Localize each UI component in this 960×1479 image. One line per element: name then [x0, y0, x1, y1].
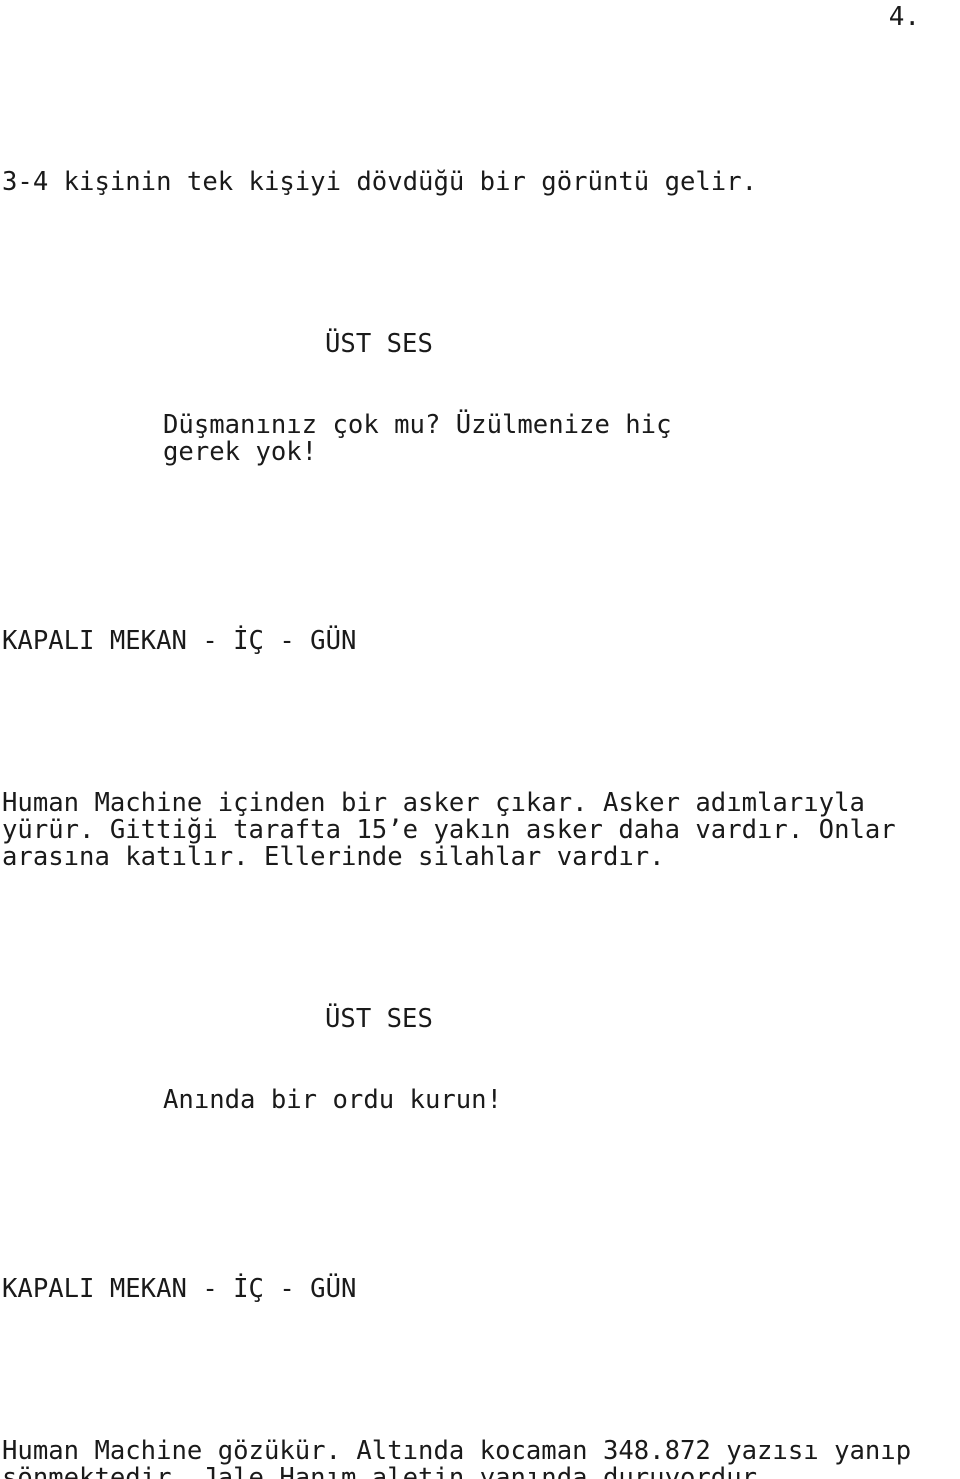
character-cue: ÜST SES	[325, 1004, 433, 1034]
dialogue-paragraph: Anında bir ordu kurun!	[163, 1085, 502, 1115]
action-paragraph: Human Machine içinden bir asker çıkar. A…	[2, 788, 896, 872]
screenplay-page: 4. 3-4 kişinin tek kişiyi dövdüğü bir gö…	[0, 0, 960, 1479]
action-paragraph: 3-4 kişinin tek kişiyi dövdüğü bir görün…	[2, 167, 758, 197]
action-paragraph: Human Machine gözükür. Altında kocaman 3…	[2, 1436, 912, 1479]
character-cue: ÜST SES	[325, 329, 433, 359]
screenplay-body: 3-4 kişinin tek kişiyi dövdüğü bir görün…	[2, 88, 960, 1479]
dialogue-paragraph: Düşmanınız çok mu? Üzülmenize hiç gerek …	[163, 410, 672, 467]
scene-heading: KAPALI MEKAN - İÇ - GÜN	[2, 1274, 357, 1304]
page-number: 4.	[888, 2, 920, 32]
scene-heading: KAPALI MEKAN - İÇ - GÜN	[2, 626, 357, 656]
